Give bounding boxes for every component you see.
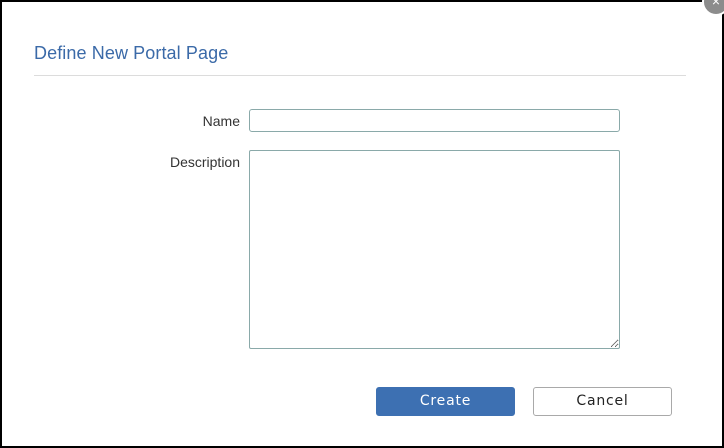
- dialog-title: Define New Portal Page: [34, 43, 229, 63]
- close-icon[interactable]: ×: [702, 0, 724, 16]
- description-field[interactable]: [249, 150, 620, 349]
- cancel-button[interactable]: Cancel: [533, 387, 672, 416]
- title-divider: [34, 75, 686, 76]
- name-label: Name: [202, 113, 240, 129]
- description-label: Description: [169, 154, 240, 170]
- name-field[interactable]: [249, 109, 620, 132]
- create-button[interactable]: Create: [376, 387, 515, 416]
- define-portal-page-dialog: × Define New Portal Page Name Descriptio…: [0, 0, 724, 448]
